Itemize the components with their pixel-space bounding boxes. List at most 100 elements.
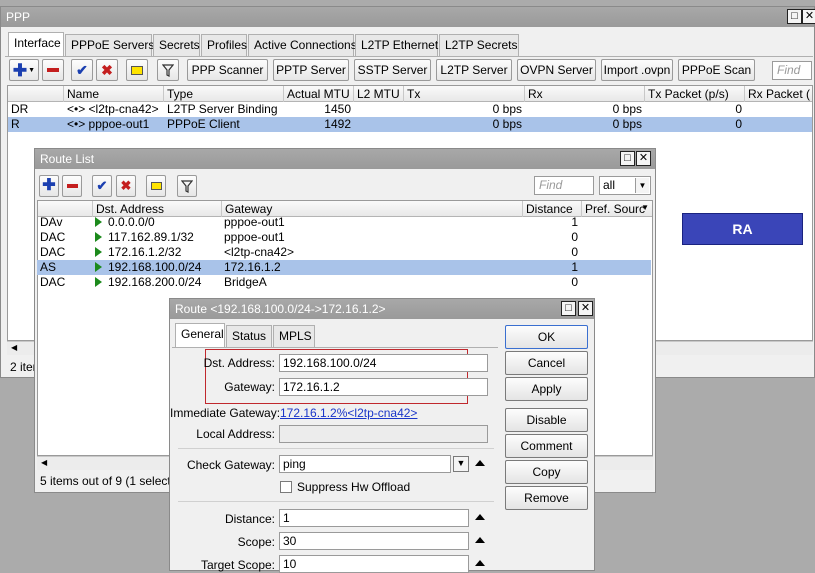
scroll-left-icon[interactable]: ◀ bbox=[11, 343, 17, 352]
row-dst: 192.168.100.0/24 bbox=[92, 260, 221, 275]
row-flags: DAC bbox=[40, 275, 66, 289]
scroll-left-icon[interactable]: ◀ bbox=[41, 458, 47, 467]
filter-button[interactable] bbox=[157, 59, 179, 81]
close-button[interactable]: ✕ bbox=[636, 151, 651, 166]
row-rx-packet bbox=[745, 102, 812, 117]
collapse-arrow-icon[interactable] bbox=[475, 560, 485, 566]
tab-mpls[interactable]: MPLS bbox=[273, 325, 315, 347]
col-l2-mtu[interactable]: L2 MTU bbox=[354, 86, 404, 102]
minus-icon bbox=[47, 68, 59, 72]
maximize-button[interactable]: □ bbox=[787, 9, 802, 24]
tab-general[interactable]: General bbox=[175, 323, 225, 347]
column-menu-icon[interactable]: ▼ bbox=[641, 203, 649, 212]
import-ovpn-button[interactable]: Import .ovpn bbox=[601, 59, 673, 81]
comment-button[interactable] bbox=[126, 59, 148, 81]
table-row[interactable]: DAC 172.16.1.2/32 <l2tp-cna42> 0 bbox=[37, 245, 651, 260]
tab-interface[interactable]: Interface bbox=[8, 32, 64, 56]
table-row-selected[interactable]: AS 192.168.100.0/24 172.16.1.2 1 bbox=[37, 260, 651, 275]
enable-route-button[interactable]: ✔ bbox=[92, 175, 112, 197]
row-rx-packet bbox=[745, 117, 812, 132]
tab-active-connections[interactable]: Active Connections bbox=[248, 34, 357, 56]
collapse-arrow-icon[interactable] bbox=[475, 460, 485, 466]
disable-route-button[interactable]: ✖ bbox=[116, 175, 136, 197]
plus-icon: ✚ bbox=[12, 60, 28, 80]
cancel-button[interactable]: Cancel bbox=[505, 351, 588, 375]
disable-button[interactable]: ✖ bbox=[96, 59, 118, 81]
row-flags: DAv bbox=[40, 215, 63, 229]
collapse-arrow-icon[interactable] bbox=[475, 514, 485, 520]
table-row[interactable]: DAv 0.0.0.0/0 pppoe-out1 1 bbox=[37, 215, 651, 230]
table-row[interactable]: DR <•> <l2tp-cna42> L2TP Server Binding … bbox=[8, 102, 812, 117]
pppoe-scan-button[interactable]: PPPoE Scan bbox=[678, 59, 755, 81]
add-button[interactable]: ✚ ▼ bbox=[9, 59, 39, 81]
tab-profiles[interactable]: Profiles bbox=[201, 34, 247, 56]
close-button[interactable]: ✕ bbox=[578, 301, 593, 316]
disable-button[interactable]: Disable bbox=[505, 408, 588, 432]
col-actual-mtu[interactable]: Actual MTU bbox=[284, 86, 354, 102]
row-flags: R bbox=[11, 117, 20, 131]
row-pref bbox=[581, 275, 651, 290]
route-dialog-titlebar[interactable]: Route <192.168.100.0/24->172.16.1.2> bbox=[170, 299, 594, 319]
col-type[interactable]: Type bbox=[164, 86, 284, 102]
table-row[interactable]: DAC 192.168.200.0/24 BridgeA 0 bbox=[37, 275, 651, 290]
col-name[interactable]: Name bbox=[64, 86, 164, 102]
comment-icon bbox=[150, 182, 162, 190]
row-pref bbox=[581, 245, 651, 260]
dst-address-field[interactable]: 192.168.100.0/24 bbox=[279, 354, 488, 372]
route-list-titlebar[interactable]: Route List bbox=[35, 149, 655, 169]
route-dialog: Route <192.168.100.0/24->172.16.1.2> □ ✕… bbox=[169, 298, 595, 573]
ppp-scanner-button[interactable]: PPP Scanner bbox=[187, 59, 268, 81]
tab-l2tp-secrets[interactable]: L2TP Secrets bbox=[439, 34, 519, 56]
remove-button[interactable]: Remove bbox=[505, 486, 588, 510]
col-flags[interactable] bbox=[8, 86, 64, 102]
comment-route-button[interactable] bbox=[146, 175, 166, 197]
filter-icon bbox=[162, 63, 174, 77]
table-row[interactable]: DAC 117.162.89.1/32 pppoe-out1 0 bbox=[37, 230, 651, 245]
row-mtu: 1450 bbox=[324, 102, 351, 116]
immediate-gateway-link[interactable]: 172.16.1.2%<l2tp-cna42> bbox=[280, 406, 417, 420]
col-rx-packet[interactable]: Rx Packet ( bbox=[745, 86, 812, 102]
ovpn-server-button[interactable]: OVPN Server bbox=[517, 59, 596, 81]
row-distance: 1 bbox=[571, 215, 578, 229]
target-scope-field[interactable]: 10 bbox=[279, 555, 469, 573]
maximize-button[interactable]: □ bbox=[620, 151, 635, 166]
apply-button[interactable]: Apply bbox=[505, 377, 588, 401]
copy-button[interactable]: Copy bbox=[505, 460, 588, 484]
remove-route-button[interactable] bbox=[62, 175, 82, 197]
add-route-button[interactable]: ✚ bbox=[39, 175, 59, 197]
tab-status[interactable]: Status bbox=[226, 325, 272, 347]
distance-field[interactable]: 1 bbox=[279, 509, 469, 527]
col-rx[interactable]: Rx bbox=[525, 86, 645, 102]
row-tx-packet: 0 bbox=[735, 117, 742, 131]
ppp-titlebar[interactable]: PPP bbox=[1, 7, 814, 27]
dropdown-arrow-icon[interactable]: ▼ bbox=[453, 456, 469, 472]
ok-button[interactable]: OK bbox=[505, 325, 588, 349]
col-tx-packet[interactable]: Tx Packet (p/s) bbox=[645, 86, 745, 102]
enable-button[interactable]: ✔ bbox=[71, 59, 93, 81]
remove-button[interactable] bbox=[42, 59, 64, 81]
filter-route-button[interactable] bbox=[177, 175, 197, 197]
row-flags: AS bbox=[40, 260, 57, 274]
sstp-server-button[interactable]: SSTP Server bbox=[354, 59, 431, 81]
gateway-field[interactable]: 172.16.1.2 bbox=[279, 378, 488, 396]
l2tp-server-button[interactable]: L2TP Server bbox=[436, 59, 512, 81]
comment-button[interactable]: Comment bbox=[505, 434, 588, 458]
maximize-button[interactable]: □ bbox=[561, 301, 576, 316]
tab-l2tp-ethernet[interactable]: L2TP Ethernet bbox=[355, 34, 438, 56]
collapse-arrow-icon[interactable] bbox=[475, 537, 485, 543]
suppress-checkbox[interactable] bbox=[280, 481, 292, 493]
pptp-server-button[interactable]: PPTP Server bbox=[273, 59, 349, 81]
check-gateway-select[interactable]: ping bbox=[279, 455, 451, 473]
interface-table-header: Name Type Actual MTU L2 MTU Tx Rx Tx Pac… bbox=[8, 86, 812, 102]
dropdown-arrow-icon[interactable]: ▼ bbox=[635, 178, 649, 193]
scope-field[interactable]: 30 bbox=[279, 532, 469, 550]
distance-label: Distance: bbox=[224, 512, 275, 526]
route-filter-select[interactable]: all ▼ bbox=[599, 176, 651, 195]
col-tx[interactable]: Tx bbox=[404, 86, 525, 102]
find-input[interactable]: Find bbox=[772, 61, 812, 80]
tab-pppoe-servers[interactable]: PPPoE Servers bbox=[65, 34, 154, 56]
route-find-input[interactable]: Find bbox=[534, 176, 594, 195]
tab-secrets[interactable]: Secrets bbox=[153, 34, 200, 56]
table-row-selected[interactable]: R <•> pppoe-out1 PPPoE Client 1492 0 bps… bbox=[8, 117, 812, 132]
close-button[interactable]: ✕ bbox=[802, 9, 815, 24]
